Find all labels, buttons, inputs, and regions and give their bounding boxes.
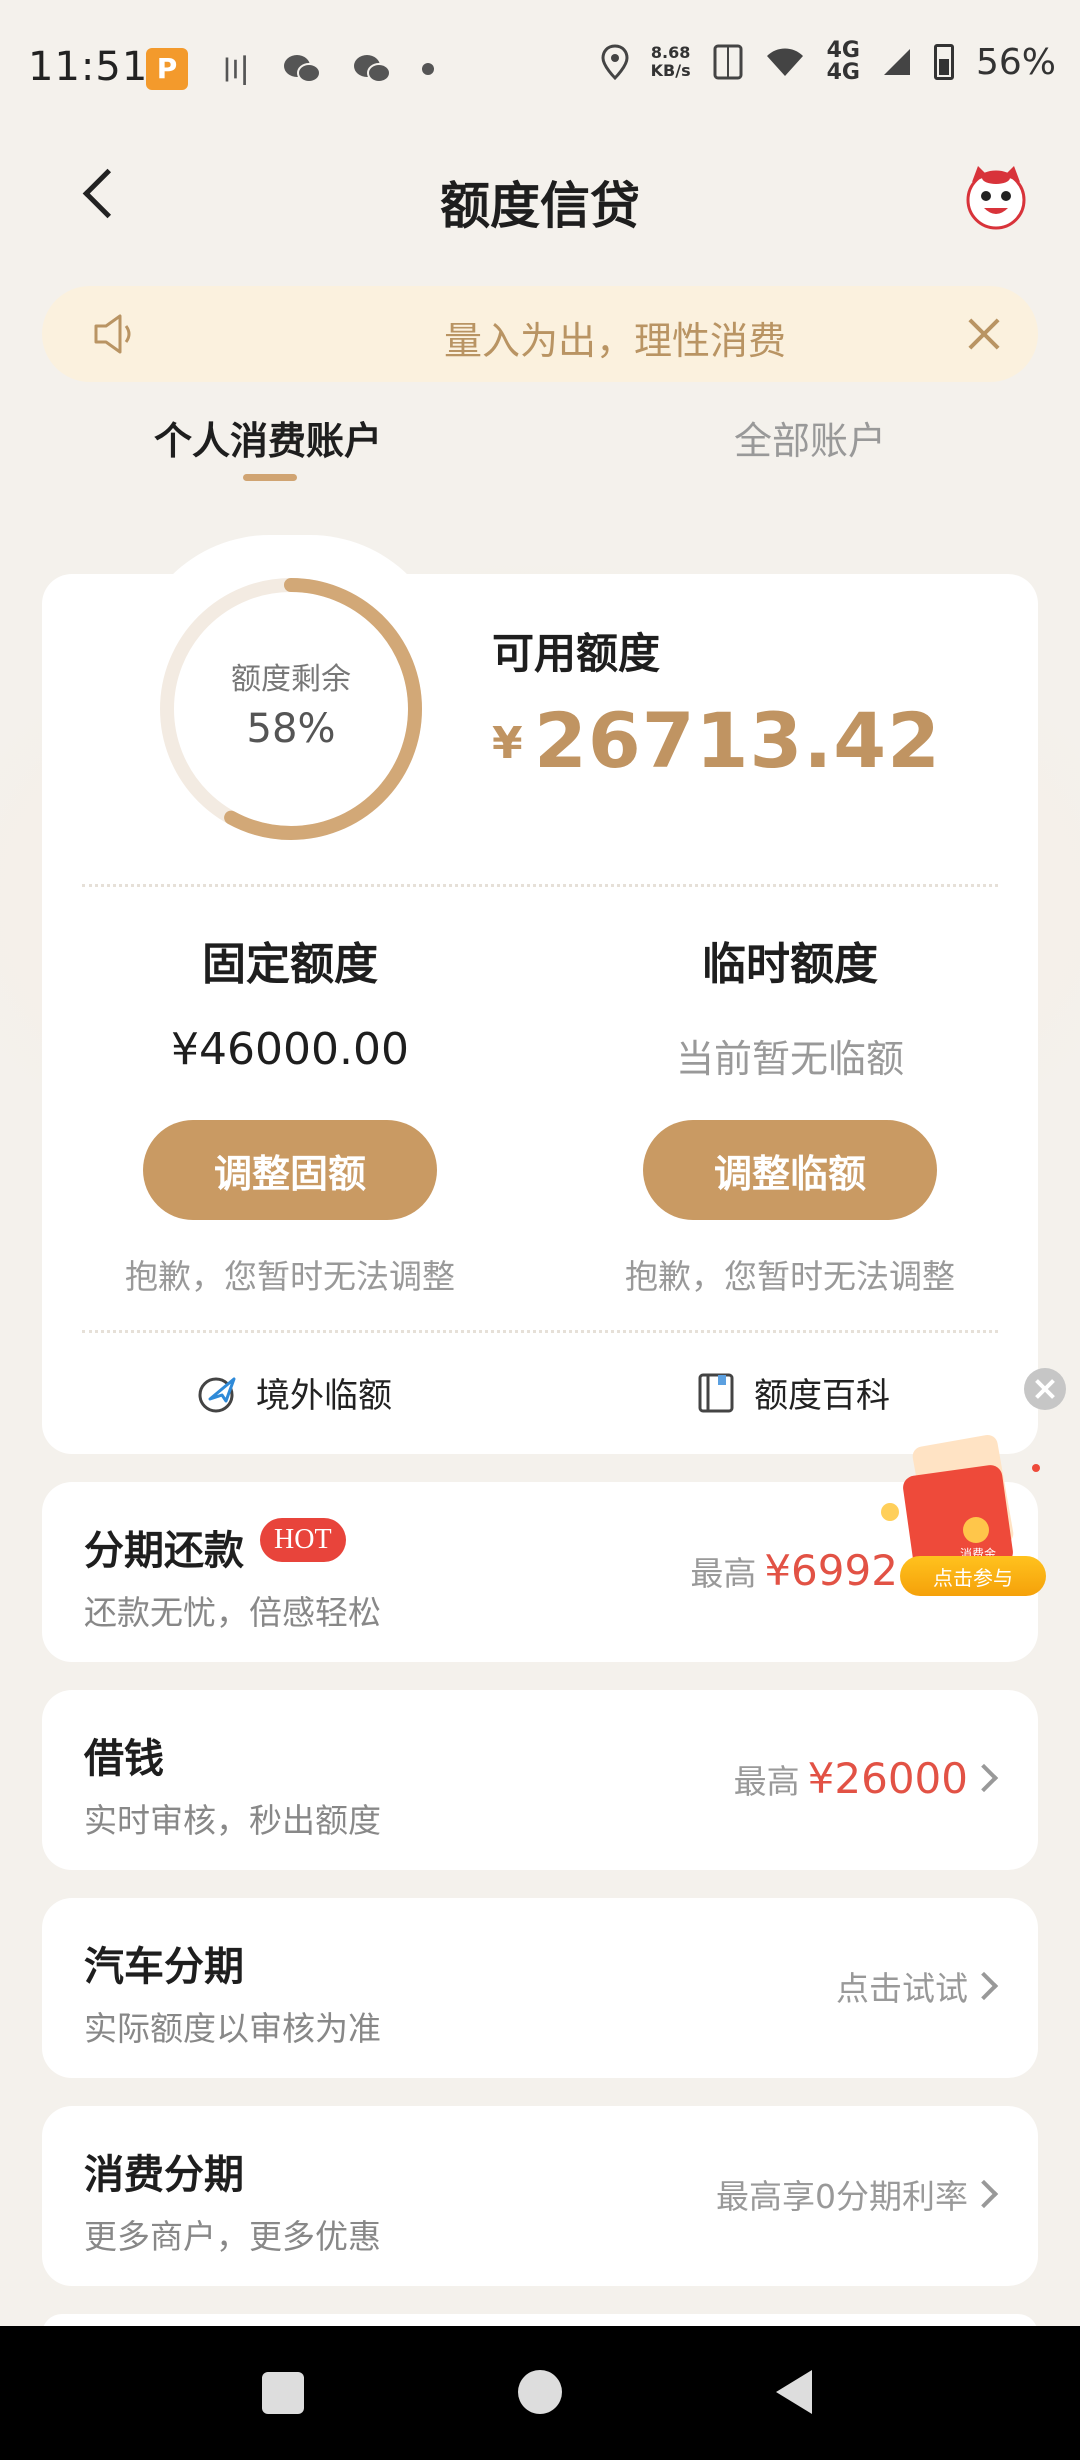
consumer-installment-card[interactable]: 消费分期 更多商户，更多优惠 最高享0分期利率 bbox=[42, 2106, 1038, 2286]
borrow-money-card[interactable]: 借钱 实时审核，秒出额度 最高 ¥26000 bbox=[42, 1690, 1038, 1870]
account-tabs: 个人消费账户 全部账户 bbox=[0, 410, 1080, 490]
signal-icon bbox=[883, 49, 910, 75]
promo-close-icon[interactable] bbox=[1024, 1368, 1066, 1410]
row-right-info: 最高享0分期利率 bbox=[716, 2170, 968, 2218]
available-credit-label: 可用额度 bbox=[492, 629, 661, 678]
recent-apps-button[interactable] bbox=[262, 2372, 304, 2414]
tab-personal-consumer-account[interactable]: 个人消费账户 bbox=[154, 410, 382, 465]
adjust-fixed-credit-button[interactable]: 调整固额 bbox=[143, 1120, 437, 1220]
divider-bottom bbox=[82, 1330, 998, 1333]
credit-encyclopedia-label: 额度百科 bbox=[754, 1376, 890, 1416]
chevron-right-icon bbox=[969, 1971, 999, 2001]
battery-icon bbox=[933, 44, 954, 80]
plane-globe-icon bbox=[198, 1377, 236, 1412]
network-2-label: 4G bbox=[826, 60, 860, 85]
wifi-icon bbox=[766, 48, 803, 76]
page-title: 额度信贷 bbox=[440, 177, 640, 235]
overseas-temp-credit-label: 境外临额 bbox=[256, 1376, 392, 1416]
row-prefix: 最高享0分期利率 bbox=[716, 2177, 968, 2216]
notification-icons: P 〣 bbox=[146, 44, 434, 93]
book-icon bbox=[698, 1373, 734, 1412]
wechat-icon-2 bbox=[354, 54, 391, 83]
chevron-right-icon bbox=[969, 1763, 999, 1793]
car-installment-card[interactable]: 汽车分期 实际额度以审核为准 点击试试 bbox=[42, 1898, 1038, 2078]
ring-percent: 58% bbox=[246, 706, 336, 752]
row-right-info: 最高 ¥26000 bbox=[734, 1754, 968, 1803]
available-credit-value: 26713.42 bbox=[534, 696, 942, 785]
row-prefix: 最高 bbox=[733, 1762, 800, 1801]
back-button[interactable] bbox=[776, 2370, 812, 2414]
row-prefix: 最高 bbox=[690, 1554, 757, 1593]
home-button[interactable] bbox=[518, 2370, 562, 2414]
status-right: 8.68 KB/s 4G 4G 56% bbox=[601, 40, 1056, 84]
hd-icon bbox=[713, 44, 743, 80]
row-subtitle: 更多商户，更多优惠 bbox=[84, 2217, 381, 2256]
network-1-label: 4G bbox=[826, 38, 860, 63]
row-subtitle: 还款无忧，倍感轻松 bbox=[84, 1593, 381, 1632]
row-right-info: 点击试试 bbox=[836, 1962, 968, 2010]
temporary-credit-note: 抱歉，您暂时无法调整 bbox=[625, 1257, 955, 1296]
overseas-temp-credit-link[interactable]: 境外临额 bbox=[196, 1368, 392, 1417]
network-speed: 8.68 KB/s bbox=[651, 44, 691, 80]
fixed-credit-title: 固定额度 bbox=[202, 939, 378, 990]
battery-percent: 56% bbox=[975, 41, 1056, 83]
credit-encyclopedia-link[interactable]: 额度百科 bbox=[694, 1368, 890, 1417]
app-notification-icon: P bbox=[146, 47, 188, 90]
notice-bar: 量入为出，理性消费 bbox=[42, 286, 1038, 382]
row-title: 消费分期 bbox=[84, 2152, 244, 2198]
wechat-icon bbox=[284, 54, 321, 83]
chevron-right-icon bbox=[969, 2179, 999, 2209]
row-subtitle: 实时审核，秒出额度 bbox=[84, 1801, 381, 1840]
temporary-credit-value: 当前暂无临额 bbox=[675, 1037, 904, 1081]
adjust-temporary-credit-button[interactable]: 调整临额 bbox=[643, 1120, 937, 1220]
net-speed-unit: KB/s bbox=[650, 61, 691, 80]
page-header: 额度信贷 bbox=[0, 140, 1080, 250]
available-currency-symbol: ¥ bbox=[492, 718, 523, 769]
status-time: 11:51 bbox=[28, 44, 149, 90]
notice-text: 量入为出，理性消费 bbox=[443, 319, 786, 363]
row-title: 汽车分期 bbox=[84, 1944, 244, 1990]
row-title: 借钱 bbox=[84, 1736, 164, 1782]
temporary-credit-title: 临时额度 bbox=[702, 939, 878, 990]
promo-participate-label[interactable]: 点击参与 bbox=[900, 1556, 1046, 1596]
system-navigation-bar bbox=[0, 2326, 1080, 2460]
status-bar: 11:51 P 〣 8.68 KB/s 4G 4G 56% bbox=[0, 0, 1080, 130]
envelope-amount-text: 8888 bbox=[952, 1472, 992, 1492]
fixed-credit-value: ¥46000.00 bbox=[171, 1024, 409, 1075]
divider-top bbox=[82, 884, 998, 887]
signal-4g: 4G 4G bbox=[827, 40, 860, 84]
row-title: 分期还款 bbox=[84, 1528, 244, 1574]
tab-all-accounts[interactable]: 全部账户 bbox=[734, 410, 886, 465]
row-prefix: 点击试试 bbox=[836, 1969, 968, 2008]
more-notifications-dot bbox=[422, 62, 434, 75]
location-icon bbox=[601, 44, 629, 80]
row-subtitle: 实际额度以审核为准 bbox=[84, 2009, 381, 2048]
mascot-icon[interactable] bbox=[960, 160, 1032, 232]
notice-close-icon[interactable] bbox=[962, 312, 1006, 356]
net-speed-value: 8.68 bbox=[650, 43, 691, 62]
hot-badge: HOT bbox=[260, 1518, 346, 1562]
soundwave-icon: 〣 bbox=[218, 52, 252, 92]
active-tab-indicator bbox=[243, 474, 297, 481]
fixed-credit-note: 抱歉，您暂时无法调整 bbox=[125, 1257, 455, 1296]
row-amount: ¥26000 bbox=[807, 1754, 968, 1803]
ring-label: 额度剩余 bbox=[231, 662, 351, 697]
